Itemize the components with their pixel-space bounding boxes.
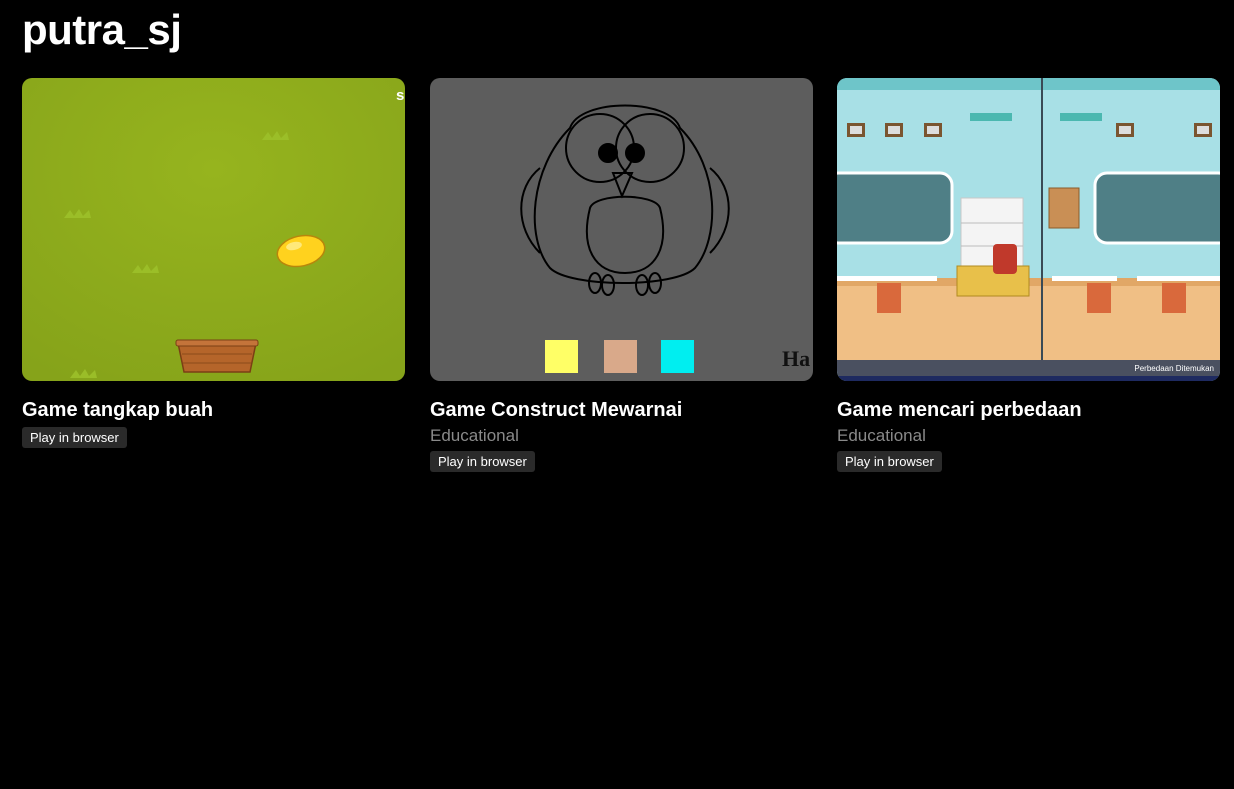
platform-badge: Play in browser [430,451,535,472]
profile-name: putra_sj [22,6,182,53]
game-thumbnail-construct-mewarnai[interactable]: Ha [430,78,813,381]
game-thumbnail-mencari-perbedaan[interactable]: Perbedaan Ditemukan [837,78,1220,381]
game-genre: Educational [837,426,926,445]
thumb-overlay-text: Perbedaan Ditemukan [1134,364,1214,373]
game-title[interactable]: Game mencari perbedaan [837,397,1220,423]
game-cell: Ha Game Construct Mewarnai Educational P… [430,78,813,472]
game-grid: s Game tangkap buah Play in browser Ha G… [22,78,1220,498]
game-thumbnail-tangkap-buah[interactable]: s [22,78,405,381]
color-swatch-yellow [545,340,578,373]
game-genre: Educational [430,426,519,445]
color-swatch-cyan [661,340,694,373]
fruit-catch-screenshot: s [22,78,405,381]
game-cell: s Game tangkap buah Play in browser [22,78,405,448]
thumb-overlay-text: Ha [782,346,810,371]
thumb-overlay-text: s [396,87,404,104]
game-title[interactable]: Game Construct Mewarnai [430,397,813,423]
spot-difference-screenshot: Perbedaan Ditemukan [837,78,1220,381]
platform-badge: Play in browser [837,451,942,472]
color-swatch-tan [604,340,637,373]
game-title[interactable]: Game tangkap buah [22,397,405,423]
platform-badge: Play in browser [22,427,127,448]
game-cell: Perbedaan Ditemukan Game mencari perbeda… [837,78,1220,472]
coloring-owl-screenshot: Ha [430,78,813,381]
